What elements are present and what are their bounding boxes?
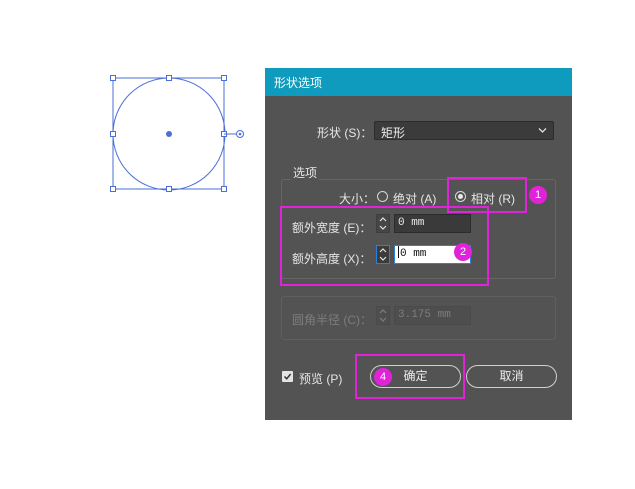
handle-middle-left[interactable] — [110, 131, 116, 137]
preview-label[interactable]: 预览 (P) — [299, 370, 342, 387]
preview-checkbox[interactable] — [282, 371, 293, 382]
shape-label: 形状 (S)： — [317, 126, 373, 140]
handle-top-center[interactable] — [166, 75, 172, 81]
checkmark-icon — [283, 373, 292, 380]
corner-radius-stepper — [376, 306, 390, 325]
handle-bottom-center[interactable] — [166, 186, 172, 192]
step-badge-4: 4 — [374, 368, 392, 386]
radio-absolute[interactable] — [377, 191, 388, 202]
shape-select-value: 矩形 — [381, 126, 406, 140]
size-label: 大小： — [339, 192, 376, 206]
corner-radius-label: 圆角半径 (C)： — [292, 313, 372, 327]
highlight-ok-button — [355, 354, 465, 399]
cancel-button[interactable]: 取消 — [466, 365, 557, 388]
dialog-titlebar[interactable]: 形状选项 — [265, 68, 572, 96]
handle-top-right[interactable] — [221, 75, 227, 81]
stepper-arrows-icon — [379, 309, 387, 322]
step-badge-2: 2 — [454, 243, 472, 261]
step-badge-1: 1 — [529, 186, 547, 204]
handle-bottom-left[interactable] — [110, 186, 116, 192]
shape-select[interactable]: 矩形 — [374, 121, 554, 140]
dialog-title: 形状选项 — [274, 76, 323, 90]
selected-circle-artwork[interactable] — [100, 66, 260, 202]
chevron-down-icon — [538, 128, 547, 133]
options-group-label: 选项 — [291, 164, 320, 181]
handle-bottom-right[interactable] — [221, 186, 227, 192]
corner-radius-input: 3.175 mm — [394, 306, 471, 325]
radio-absolute-label[interactable]: 绝对 (A) — [393, 190, 436, 207]
center-point — [166, 131, 172, 137]
handle-top-left[interactable] — [110, 75, 116, 81]
